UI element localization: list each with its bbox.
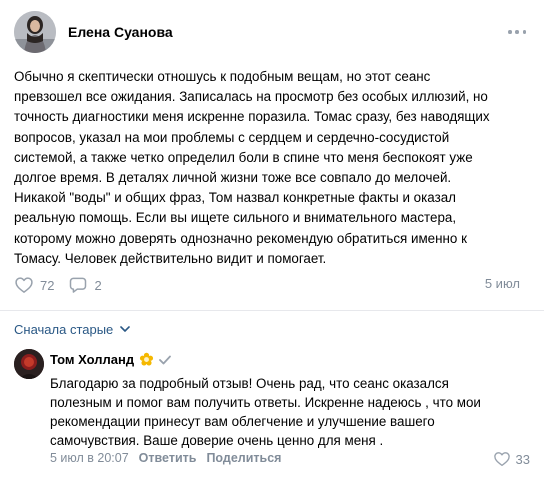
post-text-line: Обычно я скептически отношусь к подобным… [14,69,431,84]
reply-button[interactable]: Ответить [139,451,197,465]
post-actions: 72 2 5 июл [14,272,530,298]
post-author-name[interactable]: Елена Суанова [68,24,173,40]
flower-badge-icon [140,352,154,366]
comment-author-avatar[interactable] [14,349,44,379]
post-text: Обычно я скептически отношусь к подобным… [14,67,530,269]
comment-text-line: самочувствия. Ваше доверие очень ценно д… [50,433,384,448]
comment-text-line: полезным и помог вам получить ответы. Ис… [50,395,481,410]
post-text-line: Никакой "воды" и общих фраз, Том назвал … [14,190,456,206]
comment-text-line: Благодарю за подробный отзыв! Очень рад,… [50,376,449,391]
comment-bubble-icon [70,277,87,293]
post-text-line: вопросов, указал на мои проблемы с сердц… [14,129,450,145]
check-icon [159,355,171,364]
post-text-line: превзошел все ожидания. Записалась на пр… [14,89,488,105]
comment-avatar-photo [14,349,44,379]
heart-icon [493,452,510,467]
comment-text-line: рекомендации принесут вам облегчение и у… [50,414,435,429]
comment-text: Благодарю за подробный отзыв! Очень рад,… [50,374,530,450]
like-button[interactable]: 72 [14,275,54,295]
divider [0,310,544,311]
more-dot [515,30,519,34]
comment-like-count: 33 [515,451,530,467]
post-header: Елена Суанова [14,11,534,53]
author-avatar[interactable] [14,11,56,53]
comment-header: Том Холланд [50,352,171,367]
comment-author-name[interactable]: Том Холланд [50,352,134,367]
heart-icon [15,277,33,293]
post-text-line: системой, а также четко определил боли в… [14,149,473,165]
post-text-line: реальную помощь. Если вы ищете сильного … [14,210,457,226]
sort-label: Сначала старые [14,321,114,337]
avatar-photo [14,11,56,53]
like-count: 72 [40,277,55,293]
comment-date[interactable]: 5 июл в 20:07 [50,451,129,465]
post-date[interactable]: 5 июл [485,276,520,291]
comment-count: 2 [94,277,102,293]
more-dot [522,30,526,34]
post-text-line: точность диагностики меня искренне пораз… [14,109,490,125]
post-text-line: Томасу. Человек действительно видит и по… [14,250,327,266]
more-dot [508,30,512,34]
comment-footer: 5 июл в 20:07 Ответить Поделиться 33 [50,450,530,468]
chevron-down-icon [120,326,131,332]
sort-comments-toggle[interactable]: Сначала старые [14,320,131,338]
comment-button[interactable]: 2 [68,275,102,295]
post-text-line: которому можно доверять однозначно реком… [14,230,467,246]
more-icon[interactable] [508,23,526,41]
post-text-line: долгое время. В деталях личной жизни тож… [14,170,452,186]
share-button[interactable]: Поделиться [206,451,281,465]
comment-like-button[interactable]: 33 [493,450,530,468]
